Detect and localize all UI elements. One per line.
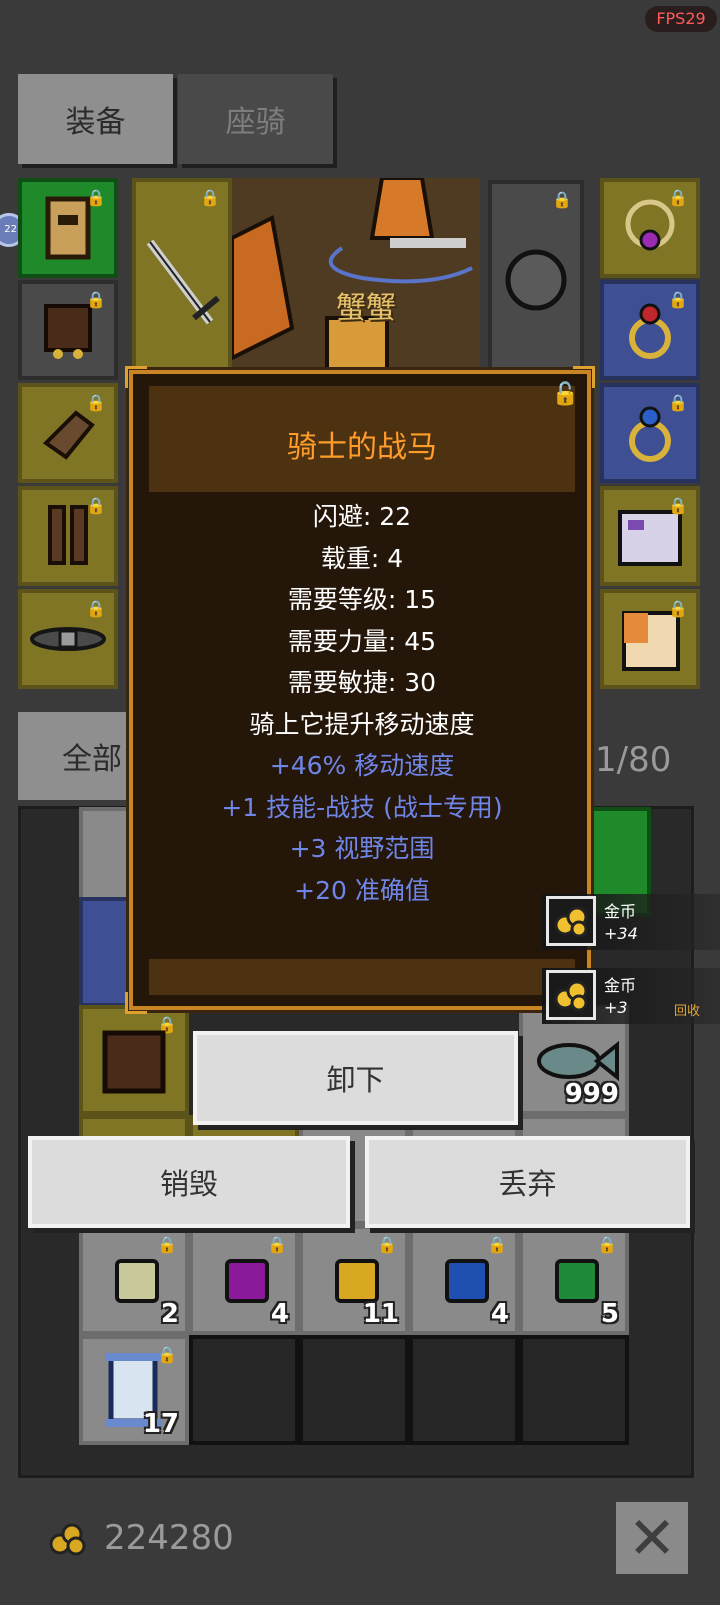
lock-icon: 🔒 — [668, 188, 688, 207]
item-count: 999 — [564, 1079, 619, 1109]
toast-amount: +3 — [604, 998, 628, 1017]
item-count: 4 — [490, 1299, 509, 1329]
inventory-slot[interactable]: 🔒 — [79, 1005, 189, 1115]
lock-icon: 🔒 — [157, 1235, 177, 1254]
pet-slot[interactable]: 🔒 — [600, 486, 700, 586]
item-count: 2 — [160, 1299, 179, 1329]
stat-line: 骑上它提升移动速度 — [249, 709, 475, 739]
stat-line: 载重: 4 — [320, 543, 404, 573]
gloves-slot[interactable]: 🔒 — [18, 383, 118, 483]
lock-icon[interactable]: 🔓 — [552, 382, 579, 407]
item-count: 17 — [142, 1409, 179, 1439]
item-title: 骑士的战马 — [287, 430, 437, 465]
close-icon: ✕ — [627, 1504, 677, 1572]
fps-counter: FPS29 — [645, 6, 717, 32]
coin-icon — [546, 896, 596, 946]
bag-capacity: 1/80 — [595, 740, 672, 780]
lock-icon: 🔒 — [86, 188, 106, 207]
close-button[interactable]: ✕ — [616, 1502, 688, 1574]
lock-icon: 🔒 — [487, 1235, 507, 1254]
sword-icon — [146, 239, 220, 325]
bonus-line: +20 准确值 — [294, 875, 430, 905]
item-tooltip: 骑士的战马 🔓 闪避: 22 载重: 4 需要等级: 15 需要力量: 45 需… — [125, 366, 595, 1014]
ring-slot-2[interactable]: 🔒 — [600, 383, 700, 483]
unequip-button[interactable]: 卸下 — [193, 1031, 518, 1125]
filter-all-button[interactable]: 全部 — [18, 712, 138, 800]
coin-icon — [546, 970, 596, 1020]
inventory-slot[interactable]: 🔒 4 — [409, 1225, 519, 1335]
bonus-line: +46% 移动速度 — [269, 751, 455, 780]
lock-icon: 🔒 — [668, 393, 688, 412]
item-count: 4 — [270, 1299, 289, 1329]
toast-item-name: 金币 — [604, 902, 637, 921]
lock-icon: 🔒 — [668, 599, 688, 618]
offhand-slot[interactable]: 🔒 — [488, 180, 584, 380]
belt-icon — [30, 627, 106, 651]
item-count: 11 — [362, 1299, 399, 1329]
gem-icon — [445, 1259, 489, 1303]
boots-slot[interactable]: 🔒 — [18, 486, 118, 586]
coin-toast: 金币 +34 — [542, 894, 720, 950]
toast-recycle-label: 回收 — [674, 1004, 701, 1019]
character-icon — [232, 178, 473, 378]
gold-amount: 224280 — [104, 1518, 234, 1558]
armor-icon — [102, 1030, 166, 1094]
toast-amount: +34 — [604, 924, 638, 943]
coin-toast: 金币 +3 回收 — [542, 968, 720, 1024]
gem-icon — [115, 1259, 159, 1303]
lock-icon: 🔒 — [668, 290, 688, 309]
gloves-icon — [42, 410, 95, 460]
tab-equipment[interactable]: 装备 — [18, 74, 173, 164]
lock-icon: 🔒 — [86, 290, 106, 309]
stat-line: 闪避: 22 — [312, 502, 412, 531]
coin-icon — [49, 1523, 86, 1556]
scroll-slot[interactable]: 🔒 — [600, 589, 700, 689]
inventory-slot[interactable]: 🔒 17 — [79, 1335, 189, 1445]
stat-line: 需要力量: 45 — [287, 626, 437, 656]
lock-icon: 🔒 — [377, 1235, 397, 1254]
bonus-line: +3 视野范围 — [289, 834, 435, 863]
gem-icon — [335, 1259, 379, 1303]
lock-icon: 🔒 — [267, 1235, 287, 1254]
stat-line: 需要等级: 15 — [287, 585, 437, 614]
mount-name-label: 蟹蟹 — [336, 291, 396, 326]
tooltip-header: 骑士的战马 — [149, 386, 575, 492]
tab-mount[interactable]: 座骑 — [178, 74, 333, 164]
inventory-slot-empty[interactable] — [189, 1335, 299, 1445]
weapon-slot[interactable]: 🔒 — [132, 178, 232, 378]
item-stats: 闪避: 22 载重: 4 需要等级: 15 需要力量: 45 需要敏捷: 30 … — [149, 496, 575, 911]
lock-icon: 🔒 — [86, 393, 106, 412]
discard-button[interactable]: 丢弃 — [365, 1136, 690, 1228]
inventory-slot[interactable]: 🔒 4 — [189, 1225, 299, 1335]
inventory-slot[interactable]: 🔒 5 — [519, 1225, 629, 1335]
inventory-slot-empty[interactable] — [519, 1335, 629, 1445]
inventory-slot-empty[interactable] — [299, 1335, 409, 1445]
destroy-button[interactable]: 销毁 — [28, 1136, 350, 1228]
gem-icon — [225, 1259, 269, 1303]
shield-icon — [505, 249, 567, 311]
amulet-slot[interactable]: 🔒 — [600, 178, 700, 278]
ring-slot-1[interactable]: 🔒 — [600, 280, 700, 380]
inventory-slot-empty[interactable] — [409, 1335, 519, 1445]
character-preview — [232, 178, 480, 378]
lock-icon: 🔒 — [597, 1235, 617, 1254]
belt-slot[interactable]: 🔒 — [18, 589, 118, 689]
gem-icon — [555, 1259, 599, 1303]
inventory-slot[interactable]: 🔒 2 — [79, 1225, 189, 1335]
lock-icon: 🔒 — [668, 496, 688, 515]
bonus-line: +1 技能-战技 (战士专用) — [221, 792, 503, 822]
helmet-slot[interactable]: 🔒 — [18, 178, 118, 278]
toast-item-name: 金币 — [604, 976, 637, 995]
armor-slot[interactable]: 🔒 — [18, 280, 118, 380]
tooltip-footer — [149, 959, 575, 995]
lock-icon: 🔒 — [86, 496, 106, 515]
inventory-slot[interactable]: 🔒 11 — [299, 1225, 409, 1335]
stat-line: 需要敏捷: 30 — [287, 668, 437, 697]
item-count: 5 — [600, 1299, 619, 1329]
lock-icon: 🔒 — [86, 599, 106, 618]
